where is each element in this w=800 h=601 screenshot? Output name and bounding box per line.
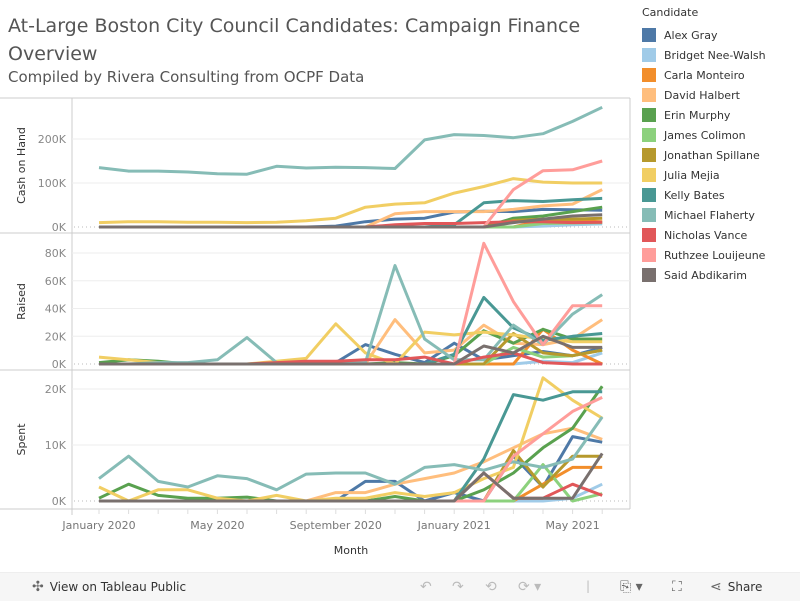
legend-swatch xyxy=(642,188,656,202)
legend-label: Carla Monteiro xyxy=(664,68,745,82)
y-tick-label: 20K xyxy=(45,330,67,343)
legend-swatch xyxy=(642,168,656,182)
y-tick-label: 80K xyxy=(45,247,67,260)
download-button[interactable]: ⎘ ▾ xyxy=(620,579,643,595)
legend-swatch xyxy=(642,108,656,122)
legend-label: Kelly Bates xyxy=(664,188,725,202)
legend-label: Julia Mejia xyxy=(664,168,720,182)
legend-item[interactable]: Carla Monteiro xyxy=(640,65,800,85)
x-tick-label: May 2020 xyxy=(190,519,244,532)
refresh-button[interactable]: ⟳ ▾ xyxy=(518,579,541,595)
x-tick-label: September 2020 xyxy=(290,519,382,532)
legend-swatch xyxy=(642,128,656,142)
undo-icon: ↶ xyxy=(420,579,432,595)
y-axis-title: Spent xyxy=(15,423,28,456)
legend-swatch xyxy=(642,48,656,62)
legend-label: Bridget Nee-Walsh xyxy=(664,48,766,62)
y-axis-title: Raised xyxy=(15,283,28,320)
undo-button[interactable]: ↶ xyxy=(420,579,432,595)
legend-item[interactable]: Nicholas Vance xyxy=(640,225,800,245)
share-icon: ⋖ xyxy=(710,579,722,595)
redo-icon: ↷ xyxy=(452,579,464,595)
legend-swatch xyxy=(642,268,656,282)
legend-label: Alex Gray xyxy=(664,28,718,42)
legend-label: David Halbert xyxy=(664,88,740,102)
legend-label: Jonathan Spillane xyxy=(664,148,760,162)
refresh-icon: ⟳ ▾ xyxy=(518,579,542,595)
divider: | xyxy=(586,579,591,593)
x-axis-title: Month xyxy=(334,544,369,557)
legend-label: James Colimon xyxy=(664,128,746,142)
legend-swatch xyxy=(642,228,656,242)
legend-swatch xyxy=(642,208,656,222)
legend-item[interactable]: Bridget Nee-Walsh xyxy=(640,45,800,65)
download-icon: ⎘ ▾ xyxy=(620,579,643,595)
legend-item[interactable]: Michael Flaherty xyxy=(640,205,800,225)
legend-label: Said Abdikarim xyxy=(664,268,748,282)
legend-label: Erin Murphy xyxy=(664,108,731,122)
y-tick-label: 40K xyxy=(45,303,67,316)
x-tick-label: January 2020 xyxy=(61,519,135,532)
y-tick-label: 0K xyxy=(52,358,67,371)
legend-item[interactable]: Alex Gray xyxy=(640,25,800,45)
y-axis-title: Cash on Hand xyxy=(15,127,28,204)
legend-item[interactable]: David Halbert xyxy=(640,85,800,105)
x-tick-label: January 2021 xyxy=(417,519,491,532)
footer-toolbar: ✣ View on Tableau Public ↶ ↷ ⟲ ⟳ ▾ | ⎘ ▾… xyxy=(0,572,800,601)
legend-item[interactable]: Ruthzee Louijeune xyxy=(640,245,800,265)
legend-swatch xyxy=(642,68,656,82)
legend-swatch xyxy=(642,28,656,42)
y-tick-label: 100K xyxy=(38,177,67,190)
legend-swatch xyxy=(642,248,656,262)
x-tick-label: May 2021 xyxy=(545,519,599,532)
revert-button[interactable]: ⟲ xyxy=(485,579,497,595)
fullscreen-icon: ⛶ xyxy=(672,579,682,595)
y-tick-label: 20K xyxy=(45,383,67,396)
legend-item[interactable]: Said Abdikarim xyxy=(640,265,800,285)
legend: Candidate Alex Gray Bridget Nee-Walsh Carl… xyxy=(640,6,800,285)
legend-label: Ruthzee Louijeune xyxy=(664,248,766,262)
revert-icon: ⟲ xyxy=(485,579,497,595)
legend-label: Nicholas Vance xyxy=(664,228,748,242)
fullscreen-button[interactable]: ⛶ xyxy=(672,579,682,595)
line-chart[interactable]: 0K 100K 200K Cash on Hand 0K 20K 40K 60K 80K Rais… xyxy=(0,0,640,570)
legend-item[interactable]: Erin Murphy xyxy=(640,105,800,125)
tableau-logo-icon: ✣ xyxy=(32,579,44,595)
legend-item[interactable]: Julia Mejia xyxy=(640,165,800,185)
legend-item[interactable]: James Colimon xyxy=(640,125,800,145)
legend-item[interactable]: Kelly Bates xyxy=(640,185,800,205)
share-button[interactable]: ⋖ Share xyxy=(710,579,762,595)
legend-item[interactable]: Jonathan Spillane xyxy=(640,145,800,165)
y-tick-label: 200K xyxy=(38,133,67,146)
series-line-michael-flaherty[interactable] xyxy=(98,105,603,176)
legend-swatch xyxy=(642,148,656,162)
legend-swatch xyxy=(642,88,656,102)
legend-title: Candidate xyxy=(642,6,699,19)
y-tick-label: 0K xyxy=(52,221,67,234)
y-tick-label: 0K xyxy=(52,495,67,508)
share-label: Share xyxy=(727,580,763,594)
view-on-tableau-label: View on Tableau Public xyxy=(49,580,187,594)
view-on-tableau-button[interactable]: ✣ View on Tableau Public xyxy=(32,579,186,595)
legend-label: Michael Flaherty xyxy=(664,208,755,222)
y-tick-label: 60K xyxy=(45,275,67,288)
y-tick-label: 10K xyxy=(45,439,67,452)
redo-button[interactable]: ↷ xyxy=(452,579,464,595)
